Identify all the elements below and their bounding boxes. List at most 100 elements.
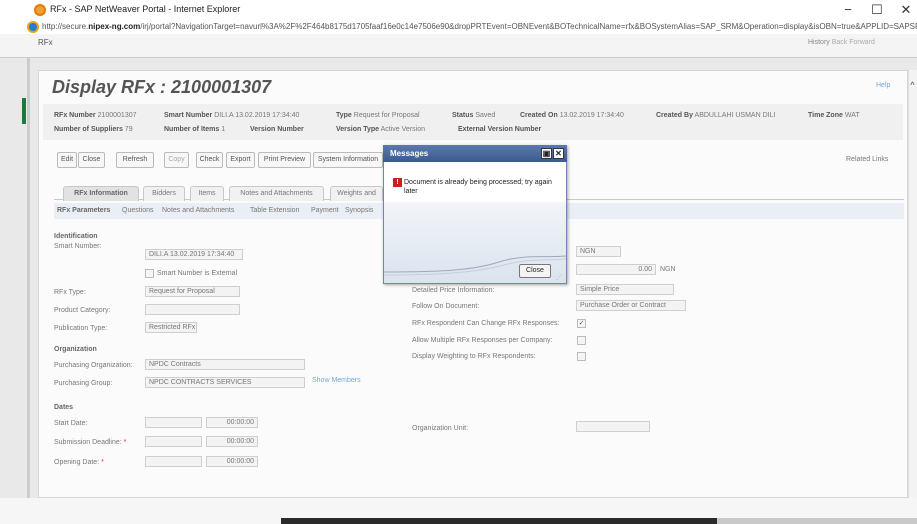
subtab-table-extension[interactable]: Table Extension (250, 207, 299, 214)
dialog-message: Document is already being processed; try… (404, 179, 552, 195)
portal-navigation: History Back Forward (808, 39, 875, 46)
header-created-by: Created By ABDULLAHI USMAN DILI (656, 112, 776, 119)
scroll-up-icon[interactable]: ^ (908, 80, 917, 92)
header-created-on: Created On 13.02.2019 17:34:40 (520, 112, 624, 119)
product-category-field[interactable] (145, 304, 240, 315)
window-close-button[interactable]: ✕ (891, 1, 917, 19)
allow-multiple-label: Allow Multiple RFx Responses per Company… (412, 337, 553, 344)
header-time-zone: Time Zone WAT (808, 112, 860, 119)
close-button[interactable]: Close (78, 152, 105, 168)
green-indicator (22, 98, 26, 124)
subtab-payment[interactable]: Payment (311, 207, 339, 214)
taskbar-tray (717, 518, 917, 524)
header-rfx-number: RFx Number 2100001307 (54, 112, 137, 119)
follow-on-document-field[interactable]: Purchase Order or Contract (576, 300, 686, 311)
header-status: Status Saved (452, 112, 496, 119)
dialog-close-button[interactable]: Close (519, 264, 551, 278)
dialog-close-icon[interactable]: ✕ (553, 148, 564, 159)
portal-title: RFx (38, 38, 53, 47)
dialog-window-icon[interactable]: ▣ (541, 148, 552, 159)
submission-time-field[interactable]: 00:00:00 (206, 436, 258, 447)
tab-weights[interactable]: Weights and (330, 186, 383, 201)
show-members-link[interactable]: Show Members (312, 377, 361, 384)
change-responses-checkbox[interactable]: ✓ (577, 319, 586, 328)
smart-number-label: Smart Number: (54, 243, 102, 250)
product-category-label: Product Category: (54, 307, 111, 314)
system-information-button[interactable]: System Information (313, 152, 383, 168)
detailed-price-field[interactable]: Simple Price (576, 284, 674, 295)
submission-date-field[interactable] (145, 436, 202, 447)
url-text[interactable]: http://secure.nipex-ng.com/irj/portal?Na… (42, 22, 917, 31)
rfx-header (43, 104, 903, 140)
internet-explorer-icon (34, 4, 46, 16)
dates-heading: Dates (54, 404, 74, 411)
resize-grip-icon[interactable]: ⋰ (556, 274, 562, 281)
page-title: Display RFx : 2100001307 (52, 77, 272, 97)
opening-date-label: Opening Date: * (54, 459, 104, 466)
purchasing-group-field[interactable]: NPDC CONTRACTS SERVICES (145, 377, 305, 388)
identification-heading: Identification (54, 233, 98, 240)
start-date-label: Start Date: (54, 420, 88, 427)
purchasing-organization-field[interactable]: NPDC Contracts (145, 359, 305, 370)
tab-notes-and-attachments[interactable]: Notes and Attachments (229, 186, 324, 201)
header-type: Type Request for Proposal (336, 112, 420, 119)
organization-unit-field[interactable] (576, 421, 650, 432)
amount-currency-label: NGN (660, 266, 676, 273)
subtab-rfx-parameters[interactable]: RFx Parameters (57, 207, 110, 214)
header-version-type: Version Type Active Version (336, 126, 425, 133)
window-title: RFx - SAP NetWeaver Portal - Internet Ex… (50, 4, 241, 14)
start-date-field[interactable] (145, 417, 202, 428)
purchasing-organization-label: Purchasing Organization: (54, 362, 133, 369)
related-links-menu[interactable]: Related Links (846, 156, 888, 163)
tab-items[interactable]: Items (190, 186, 224, 201)
publication-type-label: Publication Type: (54, 325, 108, 332)
header-number-of-suppliers: Number of Suppliers 79 (54, 126, 133, 133)
allow-multiple-checkbox[interactable] (577, 336, 586, 345)
detailed-price-label: Detailed Price Information: (412, 287, 495, 294)
edit-button[interactable]: Edit (57, 152, 77, 168)
smart-number-external-checkbox[interactable] (145, 269, 154, 278)
vertical-scrollbar[interactable] (908, 70, 917, 498)
purchasing-group-label: Purchasing Group: (54, 380, 113, 387)
subtab-questions[interactable]: Questions (122, 207, 154, 214)
portal-header (0, 34, 917, 58)
copy-button[interactable]: Copy (164, 152, 189, 168)
start-time-field[interactable]: 00:00:00 (206, 417, 258, 428)
rfx-type-label: RFx Type: (54, 289, 86, 296)
header-version-number: Version Number (250, 126, 304, 133)
export-button[interactable]: Export (226, 152, 255, 168)
ie-page-icon (27, 21, 39, 33)
publication-type-field[interactable]: Restricted RFx (145, 322, 197, 333)
change-responses-label: RFx Respondent Can Change RFx Responses: (412, 320, 560, 327)
check-button[interactable]: Check (196, 152, 223, 168)
amount-field[interactable]: 0.00 (576, 264, 656, 275)
help-link[interactable]: Help (876, 82, 890, 89)
minimize-button[interactable]: − (833, 1, 863, 19)
currency-field[interactable]: NGN (576, 246, 621, 257)
refresh-button[interactable]: Refresh (116, 152, 154, 168)
display-weighting-label: Display Weighting to RFx Respondents: (412, 353, 536, 360)
header-smart-number: Smart Number DILI.A 13.02.2019 17:34:40 (164, 112, 300, 119)
header-external-version: External Version Number (458, 126, 542, 133)
back-link[interactable]: Back (832, 39, 848, 46)
opening-date-field[interactable] (145, 456, 202, 467)
forward-link[interactable]: Forward (849, 39, 875, 46)
follow-on-document-label: Follow On Document: (412, 303, 480, 310)
header-number-of-items: Number of Items 1 (164, 126, 226, 133)
taskbar (281, 518, 717, 524)
display-weighting-checkbox[interactable] (577, 352, 586, 361)
organization-unit-label: Organization Unit: (412, 425, 469, 432)
history-link[interactable]: History (808, 39, 830, 46)
tab-bidders[interactable]: Bidders (143, 186, 185, 201)
smart-number-field[interactable]: DILI.A 13.02.2019 17:34:40 (145, 249, 243, 260)
subtab-synopsis[interactable]: Synopsis (345, 207, 373, 214)
rfx-type-field[interactable]: Request for Proposal (145, 286, 240, 297)
maximize-button[interactable]: ☐ (862, 1, 892, 19)
smart-number-external-label: Smart Number is External (157, 270, 238, 277)
tab-rfx-information[interactable]: RFx Information (63, 186, 139, 201)
opening-time-field[interactable]: 00:00:00 (206, 456, 258, 467)
error-icon: ! (393, 178, 402, 187)
submission-deadline-label: Submission Deadline: * (54, 439, 127, 446)
print-preview-button[interactable]: Print Preview (258, 152, 311, 168)
subtab-notes-and-attachments[interactable]: Notes and Attachments (162, 207, 234, 214)
